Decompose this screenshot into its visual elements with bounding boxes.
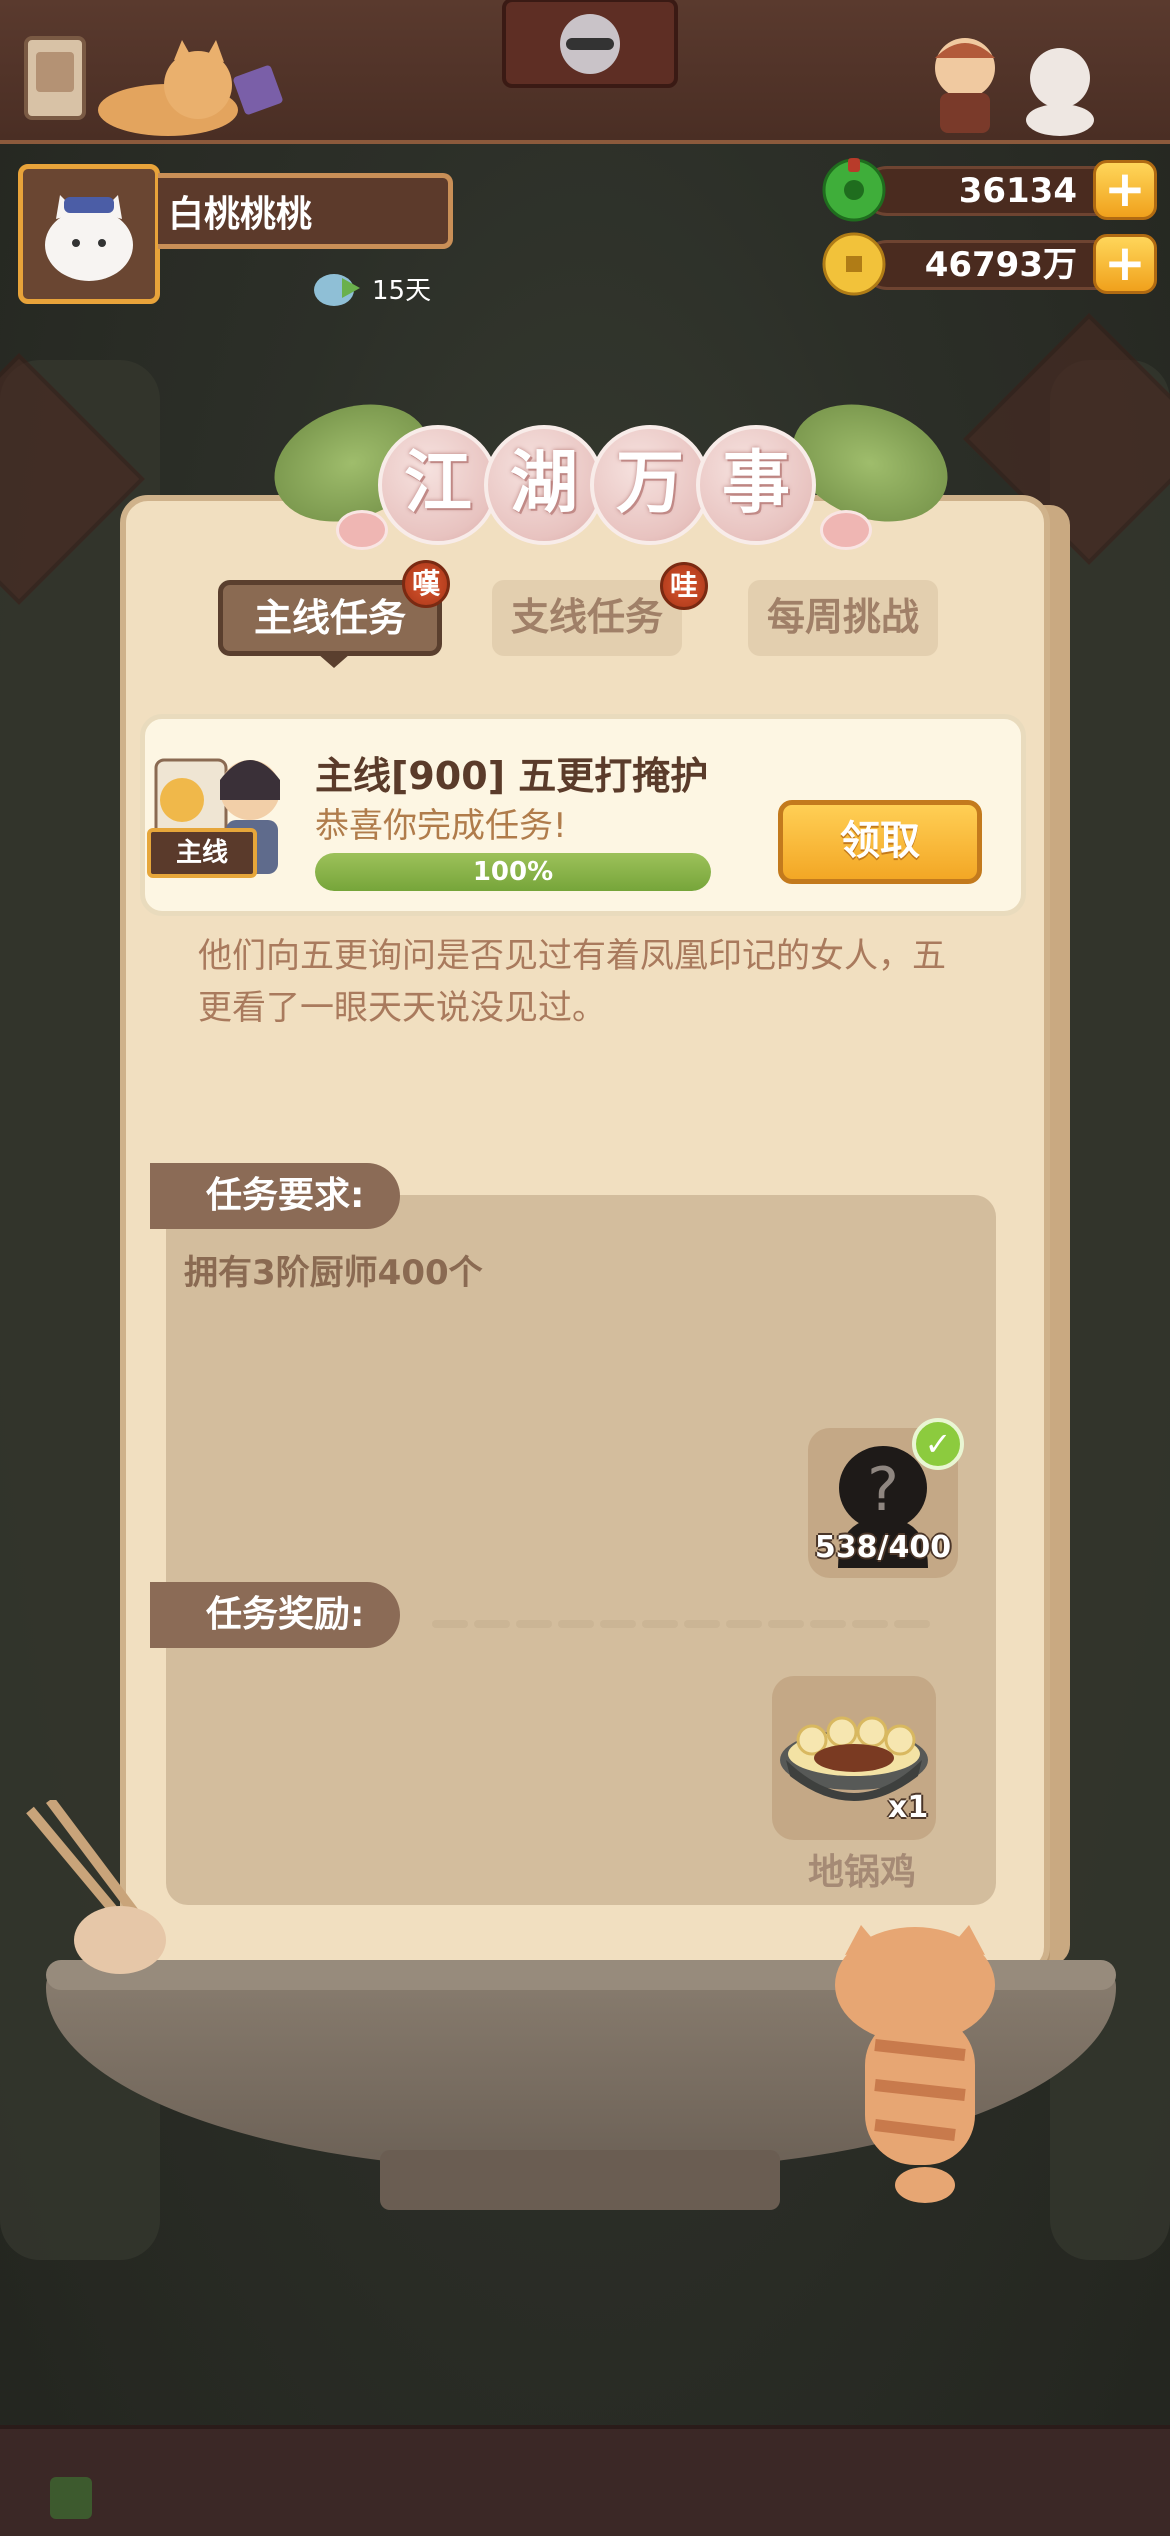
- quest-description: 他们向五更询问是否见过有着凤凰印记的女人，五更看了一眼天天说没见过。: [198, 936, 946, 1028]
- reward-quantity: x1: [888, 1790, 929, 1825]
- chopsticks-food-icon: [26, 1800, 166, 1974]
- requirements-label: 任务要求:: [150, 1163, 400, 1229]
- top-bar: [0, 0, 1170, 144]
- divider-dash: [474, 1620, 510, 1628]
- title-char-2: 湖: [484, 425, 604, 545]
- sausage-slice-icon: [336, 510, 388, 550]
- days-text: 15天: [372, 275, 432, 306]
- gold-coin-icon: [822, 232, 886, 296]
- menu-icon[interactable]: [50, 2477, 92, 2519]
- requirement-text: 拥有3阶厨师400个: [184, 1253, 483, 1293]
- characters-icon: [935, 38, 1094, 136]
- reward-name: 地锅鸡: [807, 1852, 916, 1893]
- time-badge-icon: [314, 274, 360, 306]
- divider-dash: [642, 1620, 678, 1628]
- cat-mascot-icon: [98, 40, 283, 136]
- divider-dash: [684, 1620, 720, 1628]
- title-char-3: 万: [590, 425, 710, 545]
- divider-dash: [894, 1620, 930, 1628]
- avatar-cat-icon: [45, 195, 133, 281]
- quest-progress-text: 100%: [472, 857, 554, 887]
- peeking-cat-icon: [835, 1925, 995, 2203]
- divider-dash: [432, 1620, 468, 1628]
- divider-dash: [516, 1620, 552, 1628]
- sausage-slice-icon: [820, 510, 872, 550]
- title-char-1: 江: [378, 425, 498, 545]
- quest-type-tag: 主线: [147, 828, 257, 878]
- divider-dash: [810, 1620, 846, 1628]
- divider-dash: [600, 1620, 636, 1628]
- unknown-glyph: ?: [867, 1455, 899, 1525]
- quest-title: 主线[900] 五更打掩护: [315, 754, 709, 798]
- tab-weekly-challenge[interactable]: 每周挑战: [748, 580, 938, 656]
- active-tab-pointer: [318, 654, 350, 668]
- title-char-4: 事: [696, 425, 816, 545]
- requirement-count: 538/400: [814, 1530, 952, 1565]
- character-portrait-icon[interactable]: [500, 0, 680, 90]
- quest-progress-bar: 100%: [315, 853, 711, 891]
- tab-side-badge: 哇: [660, 562, 708, 610]
- add-jade-button[interactable]: +: [1093, 160, 1157, 220]
- coin-amount: 46793万: [862, 240, 1132, 290]
- quest-status: 恭喜你完成任务!: [315, 806, 567, 846]
- jade-coin-icon: [822, 158, 886, 222]
- requirement-complete-check-icon: ✓: [912, 1418, 964, 1470]
- tab-main-badge: 嘆: [402, 560, 450, 608]
- bottom-bar: [0, 2425, 1170, 2536]
- divider-dash: [726, 1620, 762, 1628]
- coin-currency: 46793万 +: [822, 232, 1157, 296]
- divider-dash: [768, 1620, 804, 1628]
- tab-side-quest[interactable]: 支线任务: [492, 580, 682, 656]
- add-coin-button[interactable]: +: [1093, 234, 1157, 294]
- jade-amount: 36134: [862, 166, 1132, 216]
- divider-dash: [852, 1620, 888, 1628]
- days-counter: 15天: [312, 268, 431, 308]
- jade-currency: 36134 +: [822, 158, 1157, 222]
- bowl-base: [380, 2150, 780, 2210]
- scroll-icon[interactable]: [20, 28, 90, 124]
- player-avatar[interactable]: [18, 164, 160, 304]
- rewards-label: 任务奖励:: [150, 1582, 400, 1648]
- claim-button[interactable]: 领取: [778, 800, 982, 884]
- divider-dash: [558, 1620, 594, 1628]
- player-name: 白桃桃桃: [158, 173, 453, 249]
